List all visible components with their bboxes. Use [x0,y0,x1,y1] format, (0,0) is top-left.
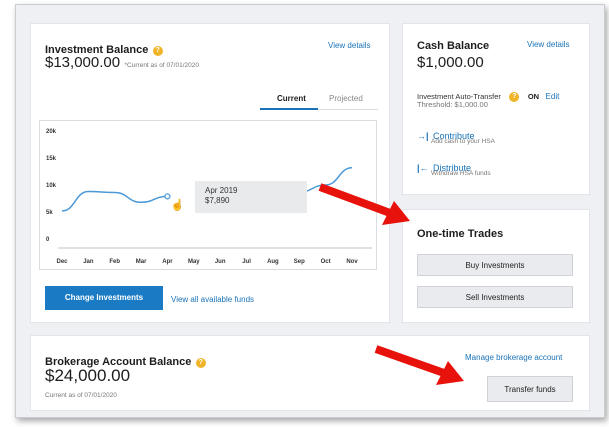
y-tick-label: 5k [46,210,53,216]
trades-title: One-time Trades [417,228,504,240]
cash-title: Cash Balance [417,40,490,52]
x-tick-label: May [188,259,200,265]
x-tick-label: Oct [321,259,331,265]
series-line [61,190,168,212]
brokerage-balance-card: Brokerage Account Balance ? Manage broke… [30,335,590,411]
arrow-in-icon: →| [417,131,429,141]
x-tick-label: Apr [162,259,173,265]
y-tick-label: 15k [46,156,57,162]
active-tab-indicator [260,108,318,110]
y-tick-label: 20k [46,129,57,135]
cash-amount: $1,000.00 [417,54,484,71]
tab-divider [318,109,378,110]
tooltip-value: $7,890 [205,196,230,205]
x-tick-label: Aug [267,259,279,265]
dashboard-frame: Investment Balance ? View details $13,00… [15,4,605,418]
brokerage-as-of: Current as of 07/01/2020 [45,392,117,399]
cash-view-details-link[interactable]: View details [527,40,570,49]
distribute-desc: Withdraw HSA funds [431,170,491,177]
auto-transfer-edit-link[interactable]: Edit [546,92,560,101]
x-tick-label: Jan [83,259,94,265]
x-tick-label: Mar [136,259,147,265]
investment-view-details-link[interactable]: View details [328,41,371,50]
tab-current[interactable]: Current [277,94,306,103]
x-tick-label: Dec [56,259,68,265]
buy-investments-button[interactable]: Buy Investments [417,254,573,276]
manage-brokerage-link[interactable]: Manage brokerage account [465,353,562,362]
red-arrow-annotation [318,183,410,225]
contribute-desc: Add cash to your HSA [431,138,495,145]
x-tick-label: Jun [215,259,226,265]
brokerage-amount: $24,000.00 [45,366,131,385]
y-tick-label: 10k [46,183,57,189]
view-available-funds-link[interactable]: View all available funds [171,295,254,304]
arrow-out-icon: |← [417,163,429,173]
x-tick-label: Sep [294,259,305,265]
investment-balance-card: Investment Balance ? View details $13,00… [30,23,390,323]
help-icon[interactable]: ? [509,92,520,102]
cash-balance-card: Cash Balance View details $1,000.00 Inve… [402,23,590,195]
help-icon[interactable]: ? [195,358,206,368]
red-arrow-annotation [374,345,464,385]
y-tick-label: 0 [46,237,50,243]
investment-amount: $13,000.00 [45,54,121,71]
threshold-text: Threshold: $1,000.00 [417,100,488,109]
hand-cursor-icon: ☝ [170,197,184,211]
data-point[interactable] [164,193,171,200]
x-tick-label: Jul [242,259,251,265]
transfer-funds-button[interactable]: Transfer funds [487,376,573,402]
sell-investments-button[interactable]: Sell Investments [417,286,573,308]
x-tick-label: Nov [346,259,358,265]
auto-transfer-state[interactable]: ON [528,92,539,101]
one-time-trades-card: One-time Trades Buy Investments Sell Inv… [402,209,590,323]
investment-as-of: *Current as of 07/01/2020 [124,62,199,69]
change-investments-button[interactable]: Change Investments [45,286,163,310]
x-tick-label: Feb [109,259,120,265]
tooltip-month: Apr 2019 [205,186,238,195]
chart-tooltip: Apr 2019 $7,890 [195,181,307,213]
tab-projected[interactable]: Projected [329,94,363,103]
